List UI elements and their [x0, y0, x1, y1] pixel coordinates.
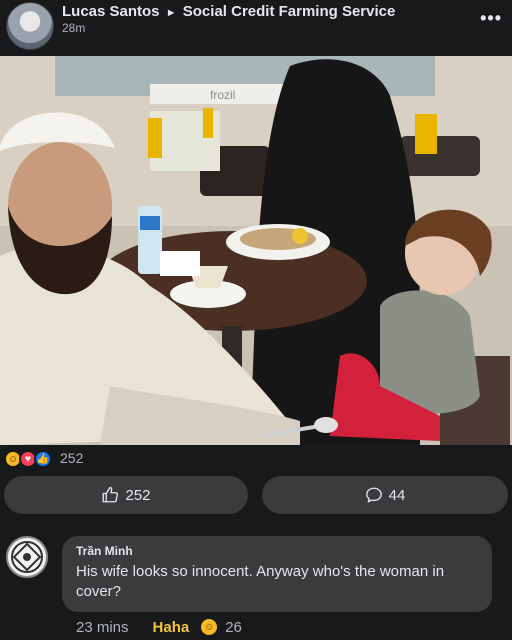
photo-illustration: frozil [0, 56, 512, 445]
reactions-summary[interactable]: ☺ ♥ 👍 252 [0, 447, 512, 471]
comment-count: 44 [388, 486, 406, 504]
comment-reaction-count[interactable]: 26 [225, 619, 242, 636]
menu-stand-small [203, 108, 213, 138]
comment-icon [365, 487, 382, 503]
napkin [160, 251, 200, 276]
post-header: Lucas Santos ► Social Credit Farming Ser… [0, 0, 512, 56]
lemon [292, 228, 308, 244]
comment-text: His wife looks so innocent. Anyway who's… [76, 563, 445, 600]
menu-stand-right [415, 114, 437, 154]
cafe-sign-text: frozil [210, 88, 235, 102]
comment-haha-button[interactable]: Haha [153, 619, 190, 636]
comment-time[interactable]: 23 mins [76, 619, 129, 636]
like-icon: 👍 [34, 450, 52, 468]
spoon-bowl [314, 417, 338, 433]
comment-bubble: Trần Minh His wife looks so innocent. An… [62, 536, 492, 612]
menu-stand [148, 118, 162, 158]
comment-author[interactable]: Trần Minh [76, 544, 478, 558]
like-button[interactable]: 252 [4, 476, 248, 514]
author-name[interactable]: Lucas Santos [62, 3, 160, 20]
post-time[interactable]: 28m [62, 21, 85, 35]
commenter-avatar-logo [11, 541, 43, 573]
background-chair-right [400, 136, 480, 176]
reaction-count: 252 [60, 450, 84, 466]
water-bottle-label [140, 216, 160, 230]
author-line: Lucas Santos ► Social Credit Farming Ser… [62, 3, 395, 20]
thumbs-up-icon [103, 486, 119, 503]
more-options-icon[interactable]: ••• [480, 8, 502, 29]
group-name[interactable]: Social Credit Farming Service [183, 3, 396, 20]
comment-button[interactable]: 44 [262, 476, 508, 514]
arrow-icon: ► [165, 7, 177, 19]
post-photo[interactable]: frozil [0, 56, 512, 445]
comment-haha-icon: ☺ [201, 619, 218, 635]
comment-meta: 23 mins Haha ☺ 26 [76, 617, 242, 637]
like-count: 252 [125, 486, 151, 504]
commenter-avatar[interactable] [6, 536, 48, 578]
author-avatar[interactable] [6, 2, 54, 50]
